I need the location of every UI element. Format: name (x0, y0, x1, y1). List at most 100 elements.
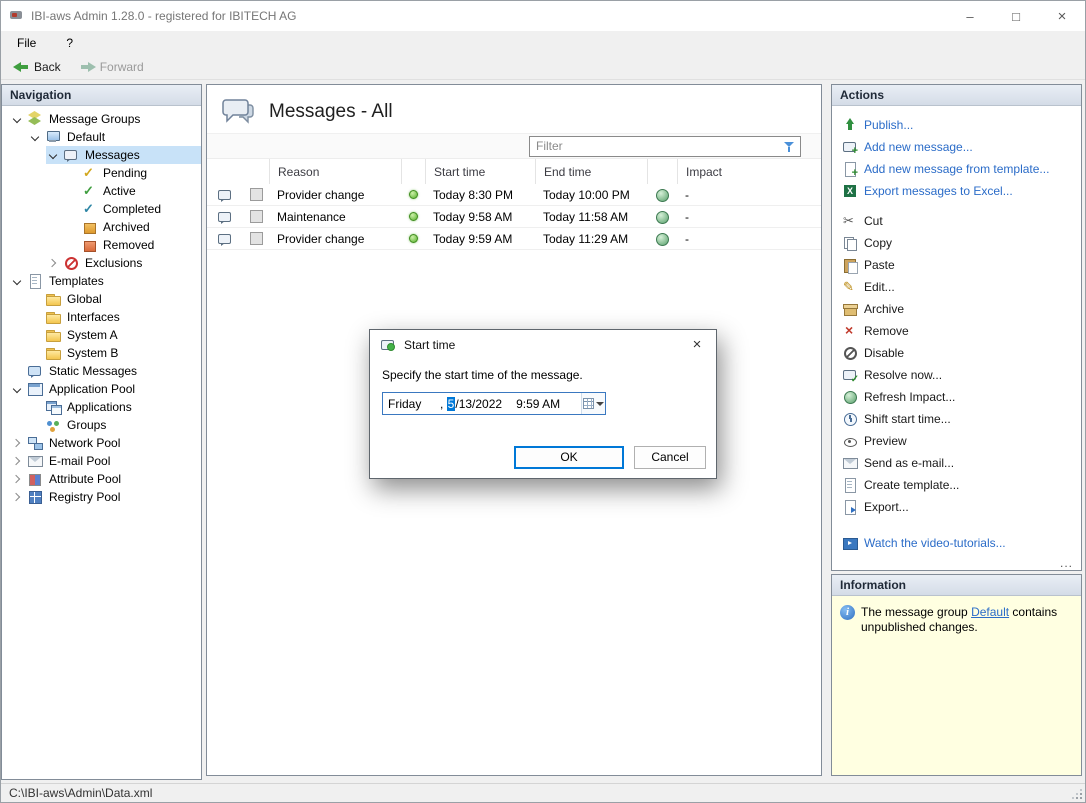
day-segment[interactable]: Friday (388, 397, 440, 411)
tree-item[interactable]: Active (2, 182, 201, 200)
date-rest-segment[interactable]: /13/2022 (455, 397, 502, 411)
tree-chevron-icon[interactable] (28, 129, 42, 145)
action-command[interactable]: Export... (842, 496, 1081, 518)
tree-item[interactable]: Network Pool (2, 434, 201, 452)
minimize-button[interactable]: – (947, 1, 993, 31)
tree-chevron-icon[interactable] (64, 165, 78, 181)
column-start-time[interactable]: Start time (425, 159, 535, 184)
tree-chevron-icon[interactable] (28, 399, 42, 415)
filter-input[interactable] (529, 136, 801, 157)
tree-item[interactable]: System B (2, 344, 201, 362)
ok-button[interactable]: OK (514, 446, 624, 469)
tree-chevron-icon[interactable] (10, 381, 24, 397)
tree-item[interactable]: Templates (2, 272, 201, 290)
maximize-button[interactable]: □ (993, 1, 1039, 31)
table-row[interactable]: Maintenance Today 9:58 AM Today 11:58 AM… (207, 206, 821, 228)
actions-overflow[interactable]: ... (1060, 556, 1073, 570)
dialog-close-icon[interactable]: × (686, 336, 708, 353)
action-link[interactable]: Export messages to Excel... (842, 180, 1081, 202)
messages-icon (63, 147, 79, 163)
action-link[interactable]: Add new message from template... (842, 158, 1081, 180)
tree-chevron-icon[interactable] (28, 345, 42, 361)
action-command[interactable]: Refresh Impact... (842, 386, 1081, 408)
tree-chevron-icon[interactable] (10, 471, 24, 487)
action-command[interactable]: Disable (842, 342, 1081, 364)
tree-item-label: Removed (100, 238, 157, 252)
tree-item[interactable]: Attribute Pool (2, 470, 201, 488)
action-command[interactable]: Edit... (842, 276, 1081, 298)
tree-item[interactable]: Pending (2, 164, 201, 182)
action-command[interactable]: Resolve now... (842, 364, 1081, 386)
tree-chevron-icon[interactable] (46, 147, 60, 163)
row-checkbox[interactable] (250, 210, 263, 223)
tree-chevron-icon[interactable] (10, 111, 24, 127)
tree-chevron-icon[interactable] (64, 219, 78, 235)
back-button[interactable]: Back (7, 58, 67, 76)
tree-chevron-icon[interactable] (10, 489, 24, 505)
tree-item[interactable]: Static Messages (2, 362, 201, 380)
calendar-dropdown-button[interactable] (581, 393, 605, 414)
check-active-icon (81, 183, 97, 199)
forward-button[interactable]: Forward (73, 58, 150, 76)
tree-item[interactable]: Completed (2, 200, 201, 218)
month-segment-selected[interactable]: 5 (447, 397, 456, 411)
table-row[interactable]: Provider change Today 8:30 PM Today 10:0… (207, 184, 821, 206)
tree-item[interactable]: Exclusions (2, 254, 201, 272)
tree-chevron-icon[interactable] (28, 327, 42, 343)
tree-item[interactable]: Application Pool (2, 380, 201, 398)
tree-chevron-icon[interactable] (10, 435, 24, 451)
menu-help[interactable]: ? (60, 34, 79, 52)
action-command[interactable]: Cut (842, 210, 1081, 232)
table-row[interactable]: Provider change Today 9:59 AM Today 11:2… (207, 228, 821, 250)
action-command[interactable]: Preview (842, 430, 1081, 452)
row-checkbox[interactable] (250, 188, 263, 201)
tree-chevron-icon[interactable] (10, 363, 24, 379)
action-link[interactable]: Publish... (842, 114, 1081, 136)
cell-end-time: Today 11:29 AM (535, 228, 647, 249)
tree-chevron-icon[interactable] (46, 255, 60, 271)
action-command[interactable]: Paste (842, 254, 1081, 276)
tree-chevron-icon[interactable] (28, 417, 42, 433)
tree-chevron-icon[interactable] (10, 273, 24, 289)
tree-chevron-icon[interactable] (28, 291, 42, 307)
tree-chevron-icon[interactable] (10, 453, 24, 469)
column-impact[interactable]: Impact (677, 159, 821, 184)
tree-item[interactable]: Default (2, 128, 201, 146)
default-group-link[interactable]: Default (971, 605, 1009, 619)
row-checkbox[interactable] (250, 232, 263, 245)
cancel-button[interactable]: Cancel (634, 446, 706, 469)
filter-funnel-icon[interactable] (784, 141, 796, 153)
action-command[interactable]: Archive (842, 298, 1081, 320)
tree-chevron-icon[interactable] (64, 237, 78, 253)
tree-item[interactable]: Groups (2, 416, 201, 434)
tree-item[interactable]: System A (2, 326, 201, 344)
tree-chevron-icon[interactable] (64, 201, 78, 217)
action-link[interactable]: Watch the video-tutorials... (842, 532, 1081, 554)
tree-item[interactable]: Global (2, 290, 201, 308)
menu-file[interactable]: File (11, 34, 42, 52)
action-command[interactable]: Copy (842, 232, 1081, 254)
calendar-icon (583, 398, 594, 409)
column-end-time[interactable]: End time (535, 159, 647, 184)
action-command[interactable]: Send as e-mail... (842, 452, 1081, 474)
resize-grip-icon[interactable] (1070, 787, 1083, 800)
time-segment[interactable]: 9:59 AM (516, 397, 560, 411)
tree-item[interactable]: Message Groups (2, 110, 201, 128)
tree-item[interactable]: Applications (2, 398, 201, 416)
tree-item[interactable]: Interfaces (2, 308, 201, 326)
tree-item[interactable]: Archived (2, 218, 201, 236)
datetime-picker[interactable]: Friday , 5 /13/2022 9:59 AM (382, 392, 606, 415)
tree-item[interactable]: E-mail Pool (2, 452, 201, 470)
tree-chevron-icon[interactable] (64, 183, 78, 199)
dialog-titlebar[interactable]: Start time × (370, 330, 716, 359)
action-command[interactable]: Create template... (842, 474, 1081, 496)
tree-item[interactable]: Messages (2, 146, 201, 164)
tree-chevron-icon[interactable] (28, 309, 42, 325)
action-command[interactable]: Remove (842, 320, 1081, 342)
action-command[interactable]: Shift start time... (842, 408, 1081, 430)
close-button[interactable]: × (1039, 1, 1085, 31)
tree-item[interactable]: Removed (2, 236, 201, 254)
tree-item[interactable]: Registry Pool (2, 488, 201, 506)
column-reason[interactable]: Reason (269, 159, 401, 184)
action-link[interactable]: Add new message... (842, 136, 1081, 158)
